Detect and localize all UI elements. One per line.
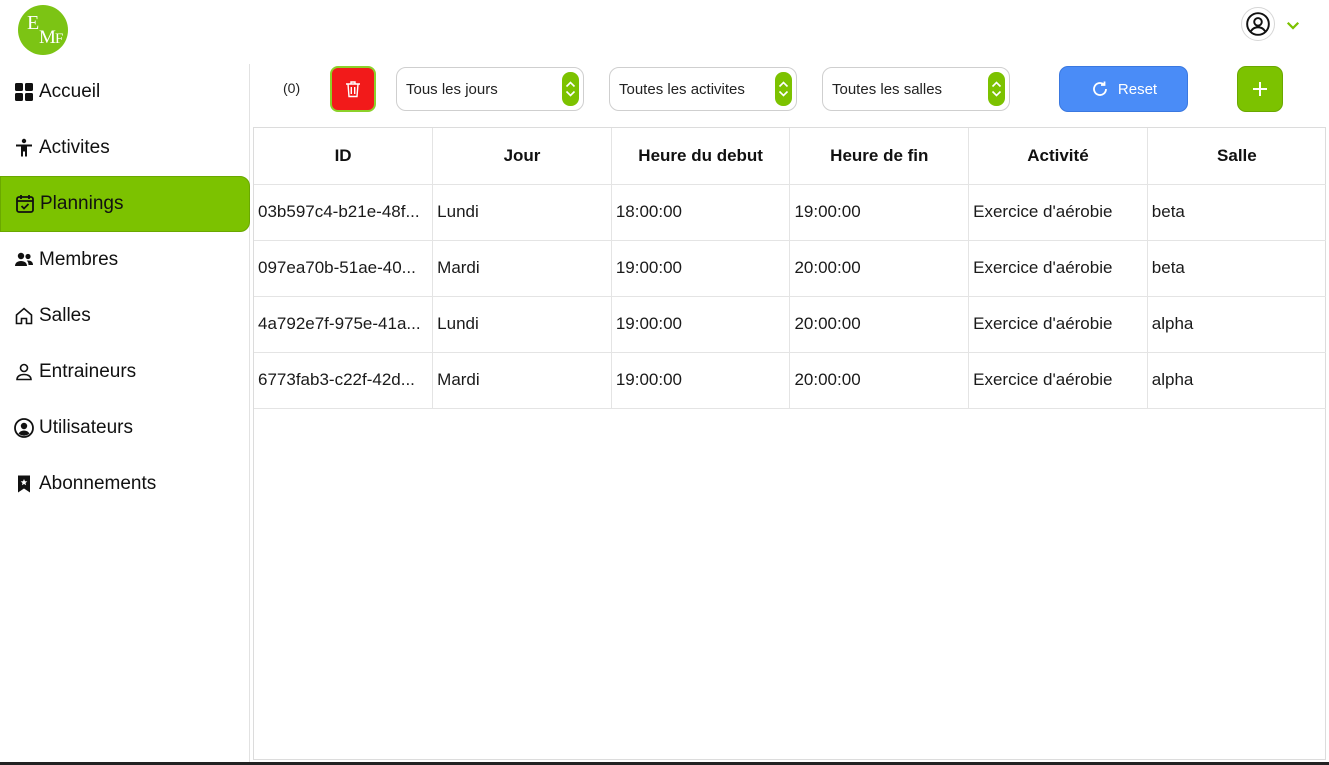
cell-heure-fin: 20:00:00 <box>789 296 970 353</box>
sidebar-item-abonnements[interactable]: Abonnements <box>0 456 250 512</box>
sidebar-item-entraineurs[interactable]: Entraineurs <box>0 344 250 400</box>
home-icon <box>14 306 34 326</box>
refresh-icon <box>1093 81 1107 96</box>
cell-salle: alpha <box>1147 352 1326 409</box>
column-header-activite[interactable]: Activité <box>968 128 1148 185</box>
bookmark-star-icon <box>14 474 34 494</box>
cell-id: 4a792e7f-975e-41a... <box>254 296 434 353</box>
calendar-check-icon <box>15 194 35 214</box>
sidebar-item-accueil[interactable]: Accueil <box>0 64 250 120</box>
sidebar-item-label: Activites <box>39 137 110 158</box>
column-header-jour[interactable]: Jour <box>432 128 612 185</box>
select-arrows-icon <box>562 72 579 106</box>
cell-activite: Exercice d'aérobie <box>968 296 1148 353</box>
sidebar-item-label: Accueil <box>39 81 101 102</box>
table-row[interactable]: 03b597c4-b21e-48f... Lundi 18:00:00 19:0… <box>254 184 1326 241</box>
sidebar-item-label: Utilisateurs <box>39 417 133 438</box>
sidebar-item-label: Abonnements <box>39 473 157 494</box>
app-logo[interactable]: E M F <box>18 5 68 55</box>
column-header-salle[interactable]: Salle <box>1147 128 1326 185</box>
cell-salle: beta <box>1147 184 1326 241</box>
account-button[interactable] <box>1241 7 1275 41</box>
cell-heure-fin: 20:00:00 <box>789 352 970 409</box>
day-filter-value: Tous les jours <box>406 80 498 98</box>
chevron-down-icon[interactable] <box>1284 16 1302 34</box>
cell-jour: Lundi <box>432 296 612 353</box>
svg-text:M: M <box>39 27 56 48</box>
table-header-row: ID Jour Heure du debut Heure de fin Acti… <box>254 128 1326 185</box>
sidebar-item-label: Membres <box>39 249 119 270</box>
day-filter-select[interactable]: Tous les jours <box>396 67 584 111</box>
activity-filter-select[interactable]: Toutes les activites <box>609 67 797 111</box>
sidebar-item-label: Entraineurs <box>39 361 137 382</box>
people-icon <box>14 250 34 270</box>
table-row[interactable]: 4a792e7f-975e-41a... Lundi 19:00:00 20:0… <box>254 296 1326 353</box>
cell-heure-fin: 19:00:00 <box>789 184 970 241</box>
svg-text:E: E <box>27 12 39 34</box>
cell-heure-fin: 20:00:00 <box>789 240 970 297</box>
cell-activite: Exercice d'aérobie <box>968 352 1148 409</box>
column-header-heure-fin[interactable]: Heure de fin <box>789 128 970 185</box>
delete-button[interactable] <box>330 66 376 112</box>
table-row[interactable]: 6773fab3-c22f-42d... Mardi 19:00:00 20:0… <box>254 352 1326 409</box>
sidebar-item-label: Salles <box>39 305 91 326</box>
reset-label: Reset <box>1117 80 1158 98</box>
cell-id: 03b597c4-b21e-48f... <box>254 184 434 241</box>
sidebar-item-activites[interactable]: Activites <box>0 120 250 176</box>
room-filter-value: Toutes les salles <box>832 80 943 98</box>
user-circle-icon <box>14 418 34 438</box>
sidebar-item-plannings[interactable]: Plannings <box>0 176 250 232</box>
cell-id: 097ea70b-51ae-40... <box>254 240 434 297</box>
selected-count: (0) <box>283 80 301 96</box>
sidebar-item-salles[interactable]: Salles <box>0 288 250 344</box>
cell-jour: Mardi <box>432 352 612 409</box>
cell-jour: Lundi <box>432 184 612 241</box>
plannings-table: ID Jour Heure du debut Heure de fin Acti… <box>253 127 1326 760</box>
cell-activite: Exercice d'aérobie <box>968 240 1148 297</box>
cell-heure-debut: 19:00:00 <box>611 240 791 297</box>
cell-activite: Exercice d'aérobie <box>968 184 1148 241</box>
cell-salle: alpha <box>1147 296 1326 353</box>
cell-id: 6773fab3-c22f-42d... <box>254 352 434 409</box>
cell-jour: Mardi <box>432 240 612 297</box>
sidebar-item-utilisateurs[interactable]: Utilisateurs <box>0 400 250 456</box>
cell-heure-debut: 19:00:00 <box>611 296 791 353</box>
select-arrows-icon <box>775 72 792 106</box>
column-header-heure-debut[interactable]: Heure du debut <box>611 128 791 185</box>
sidebar-item-label: Plannings <box>40 193 124 214</box>
column-header-id[interactable]: ID <box>254 128 434 185</box>
room-filter-select[interactable]: Toutes les salles <box>822 67 1010 111</box>
svg-text:F: F <box>55 31 63 47</box>
reset-button[interactable]: Reset <box>1059 66 1188 112</box>
select-arrows-icon <box>988 72 1005 106</box>
add-button[interactable] <box>1237 66 1283 112</box>
sidebar: Accueil Activites Plannings Membres Sall… <box>0 64 250 765</box>
cell-heure-debut: 19:00:00 <box>611 352 791 409</box>
user-circle-icon <box>1246 12 1270 36</box>
activity-filter-value: Toutes les activites <box>619 80 745 98</box>
trash-icon <box>346 81 360 98</box>
table-row[interactable]: 097ea70b-51ae-40... Mardi 19:00:00 20:00… <box>254 240 1326 297</box>
plus-icon <box>1253 82 1267 96</box>
cell-heure-debut: 18:00:00 <box>611 184 791 241</box>
grid-icon <box>14 82 34 102</box>
cell-salle: beta <box>1147 240 1326 297</box>
person-icon <box>14 138 34 158</box>
user-icon <box>14 362 34 382</box>
sidebar-item-membres[interactable]: Membres <box>0 232 250 288</box>
